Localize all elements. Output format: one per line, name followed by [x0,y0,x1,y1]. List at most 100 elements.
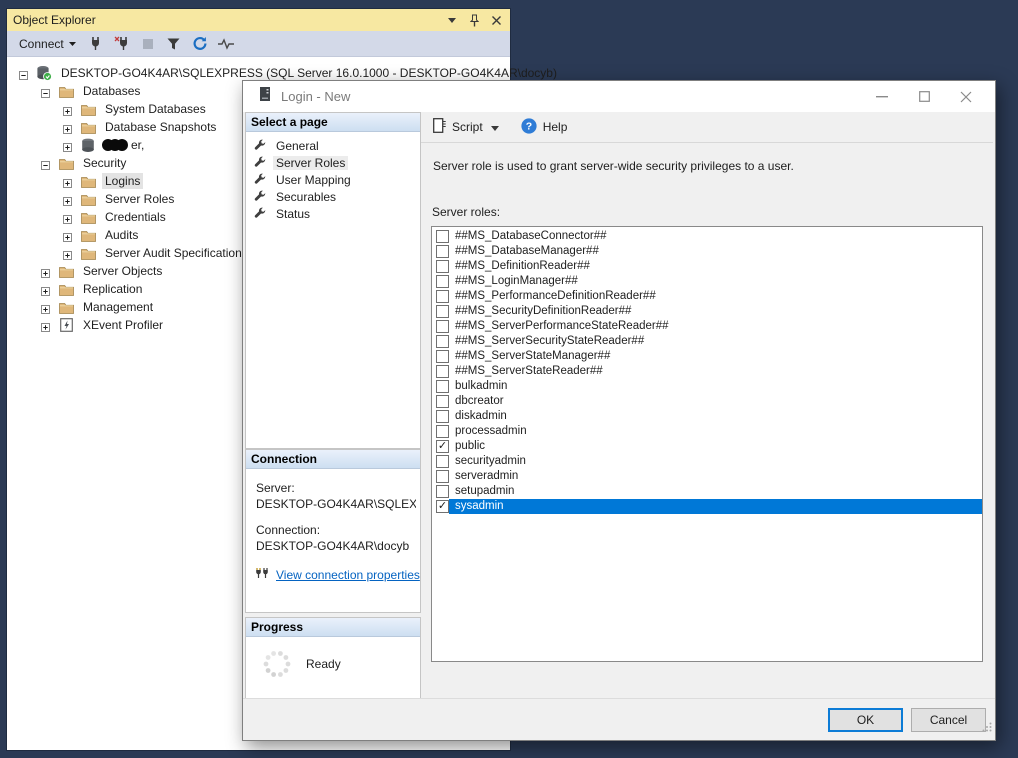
expand-expander-icon[interactable] [63,177,72,186]
xevent-icon [58,318,74,332]
expand-expander-icon[interactable] [63,213,72,222]
unchecked-checkbox[interactable] [436,395,449,408]
script-button[interactable]: Script [433,118,483,136]
expand-expander-icon[interactable] [41,267,50,276]
folder-icon [80,229,96,242]
cancel-button[interactable]: Cancel [911,708,986,732]
expand-expander-icon[interactable] [41,321,50,330]
unchecked-checkbox[interactable] [436,290,449,303]
window-position-caret-icon[interactable] [444,12,460,28]
expand-expander-icon[interactable] [41,303,50,312]
role-row[interactable]: processadmin [432,424,982,439]
unchecked-checkbox[interactable] [436,380,449,393]
unchecked-checkbox[interactable] [436,470,449,483]
unchecked-checkbox[interactable] [436,365,449,378]
role-row[interactable]: setupadmin [432,484,982,499]
activity-monitor-icon[interactable] [216,35,236,53]
desktop: Object Explorer Connect [0,0,1018,758]
help-button[interactable]: ? Help [521,118,568,137]
page-item-server-roles[interactable]: Server Roles [246,155,420,171]
role-label: ##MS_SecurityDefinitionReader## [449,304,982,319]
role-row[interactable]: ##MS_DatabaseConnector## [432,229,982,244]
role-row[interactable]: ##MS_SecurityDefinitionReader## [432,304,982,319]
filter-icon[interactable] [164,35,184,53]
role-row[interactable]: ##MS_LoginManager## [432,274,982,289]
role-row[interactable]: ✓sysadmin [432,499,982,514]
unchecked-checkbox[interactable] [436,425,449,438]
role-label: diskadmin [449,409,982,424]
page-item-securables[interactable]: Securables [246,189,420,205]
unchecked-checkbox[interactable] [436,230,449,243]
role-row[interactable]: ##MS_ServerSecurityStateReader## [432,334,982,349]
connection-value: DESKTOP-GO4K4AR\docyb [256,539,416,553]
connect-object-icon[interactable] [86,35,106,53]
connect-button[interactable]: Connect [15,35,80,53]
role-row[interactable]: ##MS_ServerPerformanceStateReader## [432,319,982,334]
unchecked-checkbox[interactable] [436,350,449,363]
unchecked-checkbox[interactable] [436,320,449,333]
unchecked-checkbox[interactable] [436,260,449,273]
wrench-icon [254,207,266,222]
disconnect-icon[interactable] [112,35,132,53]
expand-expander-icon[interactable] [63,231,72,240]
script-label: Script [452,120,483,134]
role-row[interactable]: diskadmin [432,409,982,424]
maximize-icon[interactable] [903,83,945,111]
expand-expander-icon[interactable] [41,285,50,294]
collapse-expander-icon[interactable] [19,69,28,78]
checked-checkbox[interactable]: ✓ [436,500,449,513]
role-row[interactable]: ##MS_ServerStateReader## [432,364,982,379]
role-row[interactable]: serveradmin [432,469,982,484]
close-icon[interactable] [488,12,504,28]
unchecked-checkbox[interactable] [436,485,449,498]
close-icon[interactable] [945,83,987,111]
server-roles-listbox[interactable]: ##MS_DatabaseConnector####MS_DatabaseMan… [431,226,983,662]
connection-pane: Connection Server: DESKTOP-GO4K4AR\SQLEX… [245,449,421,613]
role-label: ##MS_LoginManager## [449,274,982,289]
role-row[interactable]: bulkadmin [432,379,982,394]
server-roles-caption: Server roles: [432,205,500,219]
folder-icon [80,247,96,260]
svg-text:?: ? [525,120,531,132]
folder-icon [80,175,96,188]
expand-expander-icon[interactable] [63,141,72,150]
role-row[interactable]: ##MS_DatabaseManager## [432,244,982,259]
unchecked-checkbox[interactable] [436,335,449,348]
page-item-status[interactable]: Status [246,206,420,222]
role-row[interactable]: ##MS_PerformanceDefinitionReader## [432,289,982,304]
unchecked-checkbox[interactable] [436,245,449,258]
role-row[interactable]: securityadmin [432,454,982,469]
expand-expander-icon[interactable] [63,249,72,258]
unchecked-checkbox[interactable] [436,410,449,423]
checked-checkbox[interactable]: ✓ [436,440,449,453]
resize-grip[interactable] [982,719,992,737]
folder-icon [58,283,74,296]
pages-list: GeneralServer RolesUser Mapping Securable… [246,132,420,222]
expand-expander-icon[interactable] [63,123,72,132]
expand-expander-icon[interactable] [63,105,72,114]
unchecked-checkbox[interactable] [436,455,449,468]
unchecked-checkbox[interactable] [436,275,449,288]
refresh-icon[interactable] [190,35,210,53]
collapse-expander-icon[interactable] [41,159,50,168]
ok-button[interactable]: OK [828,708,903,732]
view-connection-properties-link[interactable]: View connection properties [276,568,420,582]
unchecked-checkbox[interactable] [436,305,449,318]
page-item-general[interactable]: General [246,138,420,154]
dialog-description: Server role is used to grant server-wide… [433,159,794,173]
minimize-icon[interactable] [861,83,903,111]
page-item-label: Securables [273,190,339,204]
object-explorer-titlebar: Object Explorer [7,9,510,31]
role-row[interactable]: dbcreator [432,394,982,409]
role-row[interactable]: ##MS_ServerStateManager## [432,349,982,364]
script-caret-icon[interactable] [491,118,499,136]
role-row[interactable]: ##MS_DefinitionReader## [432,259,982,274]
pin-icon[interactable] [466,12,482,28]
expand-expander-icon[interactable] [63,195,72,204]
page-item-user-mapping[interactable]: User Mapping [246,172,420,188]
folder-icon [58,157,74,170]
role-row[interactable]: ✓public [432,439,982,454]
folder-icon [80,193,96,206]
collapse-expander-icon[interactable] [41,87,50,96]
server-label: Server: [256,481,420,495]
